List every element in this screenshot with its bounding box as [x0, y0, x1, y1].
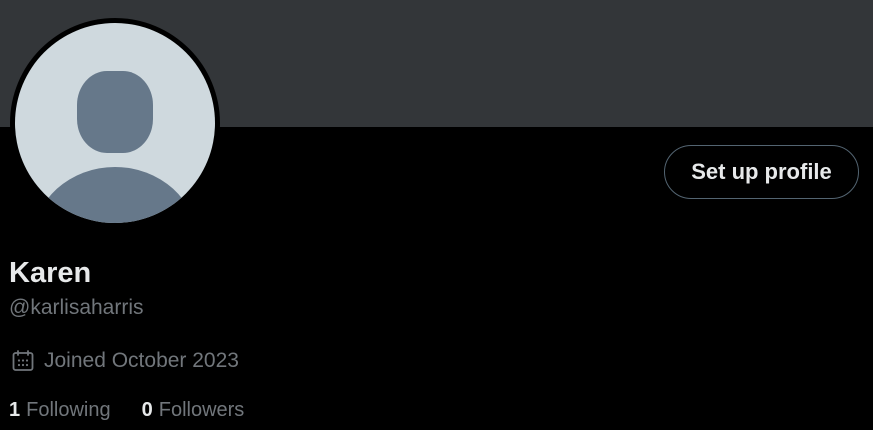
display-name: Karen [9, 257, 92, 289]
followers-link[interactable]: 0 Followers [142, 399, 245, 422]
joined-date: Joined October 2023 [11, 346, 239, 376]
user-handle: @karlisaharris [9, 296, 144, 319]
following-label: Following [26, 398, 111, 421]
profile-avatar[interactable] [10, 18, 220, 228]
default-avatar-icon [15, 23, 215, 223]
profile-stats: 1 Following 0 Followers [9, 396, 244, 424]
calendar-icon [11, 349, 35, 373]
followers-label: Followers [158, 398, 245, 421]
set-up-profile-button[interactable]: Set up profile [664, 145, 859, 199]
following-link[interactable]: 1 Following [9, 399, 111, 422]
followers-count: 0 [141, 398, 153, 421]
profile-page: Set up profile Karen @karlisaharris Join… [0, 0, 873, 430]
following-count: 1 [9, 398, 21, 421]
joined-text: Joined October 2023 [44, 349, 239, 372]
